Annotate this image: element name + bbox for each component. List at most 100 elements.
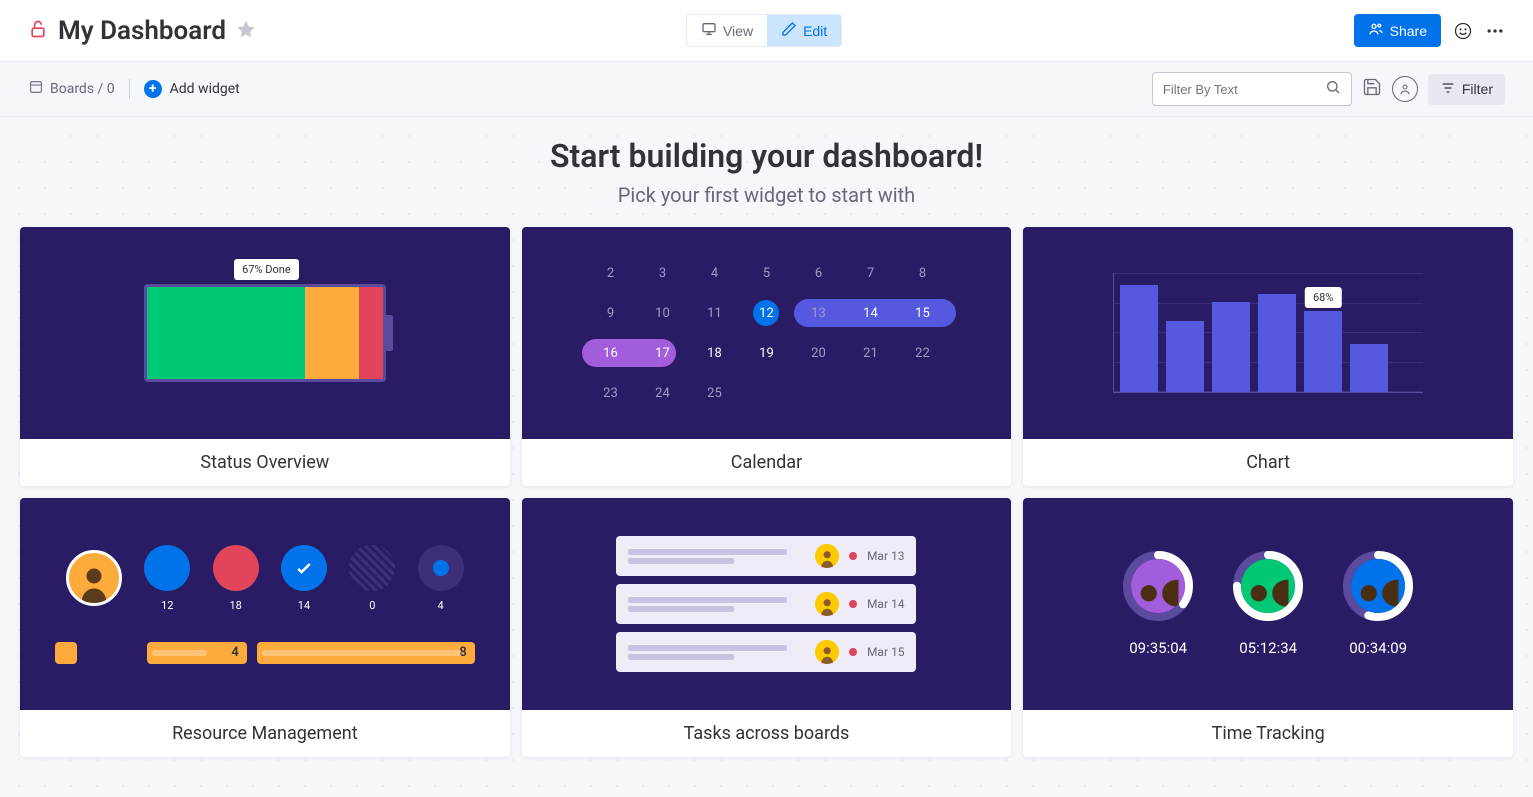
- calendar-day: 12: [746, 300, 786, 326]
- filter-button[interactable]: Filter: [1428, 74, 1505, 105]
- widget-title: Chart: [1023, 439, 1513, 486]
- resource-circle-dot: [418, 545, 464, 591]
- chart-tooltip: 68%: [1305, 287, 1341, 308]
- battery-segment-done: [147, 287, 305, 379]
- edit-button[interactable]: Edit: [767, 15, 841, 46]
- view-edit-toggle: View Edit: [686, 14, 842, 47]
- chart-bar: [1258, 294, 1296, 392]
- widget-time-tracking[interactable]: 09:35:04 05:12:34 00:34:09 Time Tracking: [1023, 498, 1513, 757]
- resource-count: 0: [369, 599, 375, 612]
- task-date: Mar 14: [867, 597, 905, 611]
- task-date: Mar 15: [867, 645, 905, 659]
- calendar-day: 6: [798, 260, 838, 286]
- widget-title: Resource Management: [20, 710, 510, 757]
- resource-square: [55, 642, 77, 664]
- resource-circle-striped: [349, 545, 395, 591]
- time-avatar-icon: [1131, 559, 1185, 613]
- view-label: View: [723, 23, 753, 39]
- time-value: 00:34:09: [1349, 639, 1407, 657]
- chart-bar: 68%: [1304, 311, 1342, 392]
- pencil-icon: [781, 21, 797, 40]
- battery-segment-working: [305, 287, 359, 379]
- time-tracking-item: 00:34:09: [1343, 551, 1413, 657]
- resource-content: 12 18 14 0 4 4 8: [35, 545, 495, 664]
- bar-chart: 68%: [1113, 273, 1423, 393]
- boards-label: Boards / 0: [50, 81, 115, 97]
- add-widget-button[interactable]: + Add widget: [144, 80, 240, 98]
- monitor-icon: [701, 21, 717, 40]
- task-list: Mar 13 Mar 14 Mar 15: [616, 536, 916, 672]
- star-icon[interactable]: [236, 19, 256, 43]
- calendar-day: 21: [850, 340, 890, 366]
- task-status-dot: [849, 552, 857, 560]
- page-title: My Dashboard: [58, 16, 226, 46]
- battery-tooltip: 67% Done: [234, 259, 299, 280]
- time-tracking-list: 09:35:04 05:12:34 00:34:09: [1123, 551, 1413, 657]
- resource-bar: 8: [257, 642, 475, 664]
- widget-status-overview[interactable]: 67% Done Status Overview: [20, 227, 510, 486]
- calendar-day: 16: [590, 340, 630, 366]
- save-icon[interactable]: [1362, 77, 1382, 101]
- board-icon: [28, 79, 44, 99]
- profile-icon[interactable]: [1392, 76, 1418, 102]
- calendar-day: 4: [694, 260, 734, 286]
- widget-calendar[interactable]: 2345678910111213141516171819202122232425…: [522, 227, 1012, 486]
- resource-avatar: [66, 550, 122, 606]
- filter-icon: [1440, 80, 1456, 99]
- task-item: Mar 15: [616, 632, 916, 672]
- task-item: Mar 14: [616, 584, 916, 624]
- filter-text-field[interactable]: [1163, 82, 1317, 97]
- time-ring: [1343, 551, 1413, 621]
- filter-label: Filter: [1462, 81, 1493, 97]
- resource-circle-check: [281, 545, 327, 591]
- calendar-day: 13: [798, 300, 838, 326]
- widget-grid: 67% Done Status Overview 234567891011121…: [20, 227, 1513, 757]
- calendar-grid: 2345678910111213141516171819202122232425: [590, 260, 942, 406]
- filter-input[interactable]: [1152, 72, 1352, 106]
- boards-count[interactable]: Boards / 0: [28, 79, 115, 99]
- resource-count: 14: [298, 599, 310, 612]
- widget-title: Tasks across boards: [522, 710, 1012, 757]
- widget-title: Status Overview: [20, 439, 510, 486]
- time-value: 09:35:04: [1129, 639, 1187, 657]
- task-lines: [628, 594, 804, 615]
- share-label: Share: [1390, 23, 1427, 39]
- header: My Dashboard View Edit Share: [0, 0, 1533, 62]
- time-tracking-item: 05:12:34: [1233, 551, 1303, 657]
- main-content: Start building your dashboard! Pick your…: [0, 117, 1533, 797]
- calendar-day: 17: [642, 340, 682, 366]
- smiley-icon[interactable]: [1453, 21, 1473, 41]
- divider: [129, 79, 130, 99]
- time-value: 05:12:34: [1239, 639, 1297, 657]
- widget-chart[interactable]: 68% Chart: [1023, 227, 1513, 486]
- hero-title: Start building your dashboard!: [20, 137, 1513, 175]
- calendar-day: 9: [590, 300, 630, 326]
- plus-circle-icon: +: [144, 80, 162, 98]
- resource-bar: 4: [147, 642, 247, 664]
- resource-count: 12: [161, 599, 173, 612]
- people-icon: [1368, 21, 1384, 40]
- calendar-day: 24: [642, 380, 682, 406]
- view-button[interactable]: View: [687, 15, 767, 46]
- resource-count: 4: [438, 599, 444, 612]
- calendar-day: 7: [850, 260, 890, 286]
- widget-title: Calendar: [522, 439, 1012, 486]
- more-icon[interactable]: [1485, 21, 1505, 41]
- task-lines: [628, 642, 804, 663]
- search-icon[interactable]: [1325, 79, 1341, 99]
- chart-bar: [1120, 285, 1158, 392]
- battery-chart: 67% Done: [144, 284, 386, 382]
- edit-label: Edit: [803, 23, 827, 39]
- lock-icon: [28, 19, 48, 43]
- time-ring: [1123, 551, 1193, 621]
- time-avatar-icon: [1241, 559, 1295, 613]
- calendar-day: 14: [850, 300, 890, 326]
- task-date: Mar 13: [867, 549, 905, 563]
- chart-bar: [1166, 321, 1204, 392]
- widget-tasks[interactable]: Mar 13 Mar 14 Mar 15 Tasks across boards: [522, 498, 1012, 757]
- task-lines: [628, 546, 804, 567]
- widget-resource-management[interactable]: 12 18 14 0 4 4 8 Resource Management: [20, 498, 510, 757]
- task-avatar-icon: [815, 640, 839, 664]
- share-button[interactable]: Share: [1354, 14, 1441, 47]
- resource-circle-red: [213, 545, 259, 591]
